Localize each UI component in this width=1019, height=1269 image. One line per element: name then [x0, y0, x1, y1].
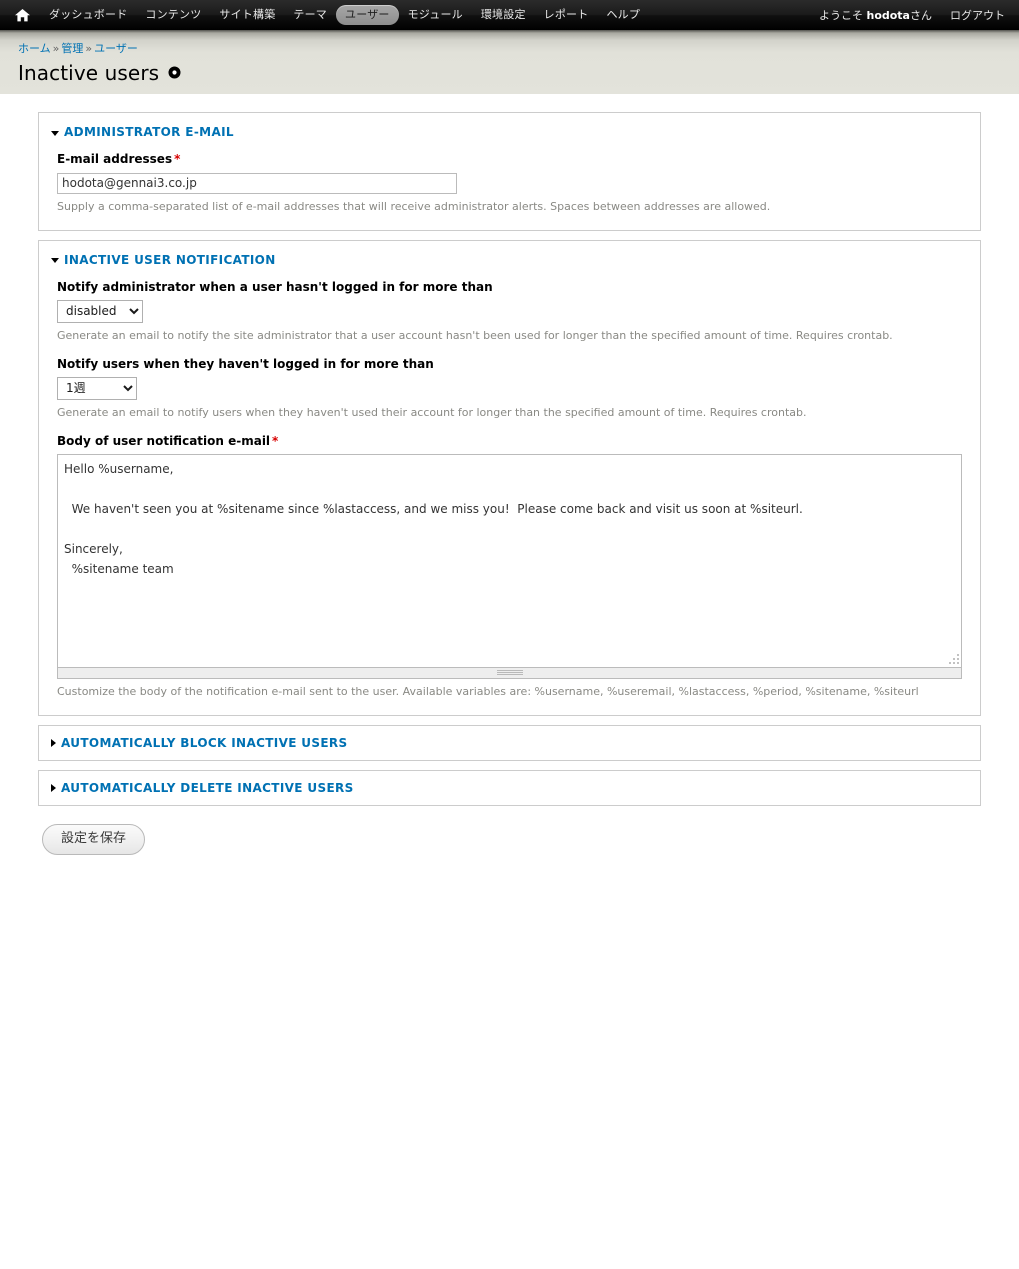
form-item-notify-admin: Notify administrator when a user hasn't …	[57, 280, 962, 343]
drag-handle-lines-icon	[496, 670, 523, 675]
email-addresses-input[interactable]	[57, 172, 457, 194]
breadcrumb-item-people[interactable]: ユーザー	[94, 42, 138, 55]
fieldset-legend-inactive-user-notification[interactable]: INACTIVE USER NOTIFICATION	[39, 241, 980, 271]
email-addresses-label: E-mail addresses *	[57, 152, 962, 167]
required-marker: *	[174, 152, 181, 166]
fieldset-automatically-delete-inactive-users: AUTOMATICALLY DELETE INACTIVE USERS	[38, 769, 981, 806]
fieldset-legend-administrator-email[interactable]: ADMINISTRATOR E-MAIL	[39, 113, 980, 143]
toolbar-primary-menu: ダッシュボード コンテンツ サイト構築 テーマ ユーザー モジュール 環境設定 …	[10, 5, 819, 25]
page-title: Inactive users	[18, 61, 160, 85]
fieldset-body-inactive-user-notification: Notify administrator when a user hasn't …	[39, 271, 980, 715]
email-addresses-description: Supply a comma-separated list of e-mail …	[57, 199, 771, 213]
fieldset-body-administrator-email: E-mail addresses* Supply a comma-separat…	[39, 143, 980, 230]
toolbar-item-modules[interactable]: モジュール	[399, 5, 472, 25]
chevron-down-icon	[51, 258, 59, 263]
account-username[interactable]: hodota	[866, 9, 910, 22]
form-item-email-addresses: E-mail addresses* Supply a comma-separat…	[57, 152, 962, 214]
gear-cog-icon[interactable]	[168, 64, 181, 83]
save-configuration-button[interactable]: 設定を保存	[42, 823, 146, 855]
form-item-notify-users: Notify users when they haven't logged in…	[57, 357, 962, 420]
notify-users-period-select[interactable]: disabled1週2週3週1ヶ月3ヶ月6ヶ月1年	[57, 376, 137, 400]
fieldset-legend-automatically-delete[interactable]: AUTOMATICALLY DELETE INACTIVE USERS	[39, 771, 980, 805]
textarea-drag-handle[interactable]	[57, 667, 962, 679]
toolbar-item-reports[interactable]: レポート	[535, 5, 598, 25]
breadcrumb-separator: »	[52, 42, 60, 55]
notify-admin-label: Notify administrator when a user hasn't …	[57, 279, 493, 294]
notification-body-wrapper: Hello %username, We haven't seen you at …	[57, 453, 962, 679]
logout-link[interactable]: ログアウト	[950, 7, 1005, 23]
fieldset-legend-label: AUTOMATICALLY DELETE INACTIVE USERS	[61, 780, 354, 795]
breadcrumb-item-home[interactable]: ホーム	[18, 42, 51, 55]
chevron-right-icon	[51, 738, 56, 747]
page-title-row: Inactive users	[18, 61, 1019, 85]
fieldset-inactive-user-notification: INACTIVE USER NOTIFICATION Notify admini…	[38, 239, 981, 716]
notify-users-label: Notify users when they haven't logged in…	[57, 356, 434, 371]
toolbar-item-configuration[interactable]: 環境設定	[472, 5, 535, 25]
toolbar-account-menu: ようこそ hodotaさん ログアウト	[819, 7, 1005, 23]
page-header: ホーム» 管理» ユーザー Inactive users	[0, 30, 1019, 94]
notify-admin-description: Generate an email to notify the site adm…	[57, 328, 893, 342]
form-actions: 設定を保存	[38, 815, 981, 855]
notification-body-description: Customize the body of the notification e…	[57, 684, 919, 698]
breadcrumb-item-admin[interactable]: 管理	[61, 42, 83, 55]
welcome-prefix: ようこそ	[818, 9, 867, 22]
fieldset-legend-label: ADMINISTRATOR E-MAIL	[64, 125, 234, 139]
form-item-notification-body: Body of user notification e-mail * Hello …	[57, 434, 962, 699]
notify-users-description: Generate an email to notify users when t…	[57, 405, 807, 419]
toolbar-item-appearance[interactable]: テーマ	[284, 5, 336, 25]
toolbar-item-dashboard[interactable]: ダッシュボード	[40, 5, 136, 25]
breadcrumb: ホーム» 管理» ユーザー	[18, 42, 1019, 56]
notification-body-textarea[interactable]: Hello %username, We haven't seen you at …	[57, 453, 962, 668]
email-addresses-label-text: E-mail addresses	[57, 152, 173, 166]
toolbar-item-help[interactable]: ヘルプ	[597, 5, 649, 25]
main-content: ADMINISTRATOR E-MAIL E-mail addresses* S…	[0, 94, 1019, 855]
welcome-greeting: ようこそ hodotaさん	[819, 7, 932, 23]
notification-body-label: Body of user notification e-mail *	[57, 434, 962, 449]
fieldset-automatically-block-inactive-users: AUTOMATICALLY BLOCK INACTIVE USERS	[38, 724, 981, 761]
home-icon[interactable]	[10, 8, 34, 22]
fieldset-legend-automatically-block[interactable]: AUTOMATICALLY BLOCK INACTIVE USERS	[39, 726, 980, 760]
fieldset-legend-label: INACTIVE USER NOTIFICATION	[64, 252, 276, 267]
fieldset-legend-label: AUTOMATICALLY BLOCK INACTIVE USERS	[61, 735, 348, 750]
toolbar-item-content[interactable]: コンテンツ	[136, 5, 210, 25]
fieldset-administrator-email: ADMINISTRATOR E-MAIL E-mail addresses* S…	[38, 112, 981, 231]
toolbar-item-structure[interactable]: サイト構築	[210, 5, 284, 25]
notification-body-label-text: Body of user notification e-mail	[57, 433, 271, 448]
required-marker: *	[272, 433, 279, 448]
toolbar-item-people[interactable]: ユーザー	[336, 5, 399, 25]
welcome-suffix: さん	[910, 9, 932, 22]
chevron-right-icon	[51, 783, 56, 792]
admin-toolbar: ダッシュボード コンテンツ サイト構築 テーマ ユーザー モジュール 環境設定 …	[0, 0, 1019, 30]
breadcrumb-separator: »	[85, 42, 93, 55]
chevron-down-icon	[51, 130, 59, 136]
notify-admin-period-select[interactable]: disabled1週2週3週1ヶ月3ヶ月6ヶ月1年	[57, 299, 143, 323]
